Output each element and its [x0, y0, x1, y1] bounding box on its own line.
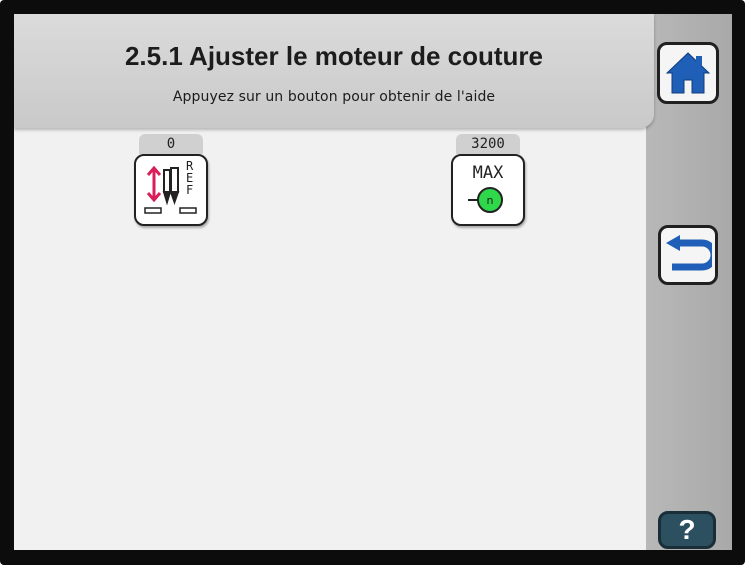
header-bar: 2.5.1 Ajuster le moteur de couture Appuy…	[14, 14, 654, 128]
ref-label: REF	[186, 159, 194, 197]
help-button[interactable]: ?	[658, 511, 716, 549]
param-max-speed: 3200 MAX n	[451, 134, 525, 226]
device-screen: 2.5.1 Ajuster le moteur de couture Appuy…	[0, 0, 745, 565]
param-reference-position: 0 REF	[134, 134, 208, 226]
svg-text:n: n	[487, 194, 494, 207]
param-value: 0	[139, 134, 203, 154]
param-value: 3200	[456, 134, 520, 154]
display-area: 2.5.1 Ajuster le moteur de couture Appuy…	[14, 14, 732, 550]
back-arrow-icon	[666, 235, 712, 271]
page-subtitle: Appuyez sur un bouton pour obtenir de l'…	[172, 89, 496, 105]
motor-max-speed-icon: n	[468, 187, 503, 213]
home-button[interactable]	[657, 42, 719, 104]
reference-position-button[interactable]: REF	[134, 154, 208, 226]
back-button[interactable]	[658, 225, 718, 285]
home-icon	[665, 52, 711, 94]
page-title: 2.5.1 Ajuster le moteur de couture	[124, 41, 544, 71]
max-speed-button[interactable]: MAX n	[451, 154, 525, 226]
